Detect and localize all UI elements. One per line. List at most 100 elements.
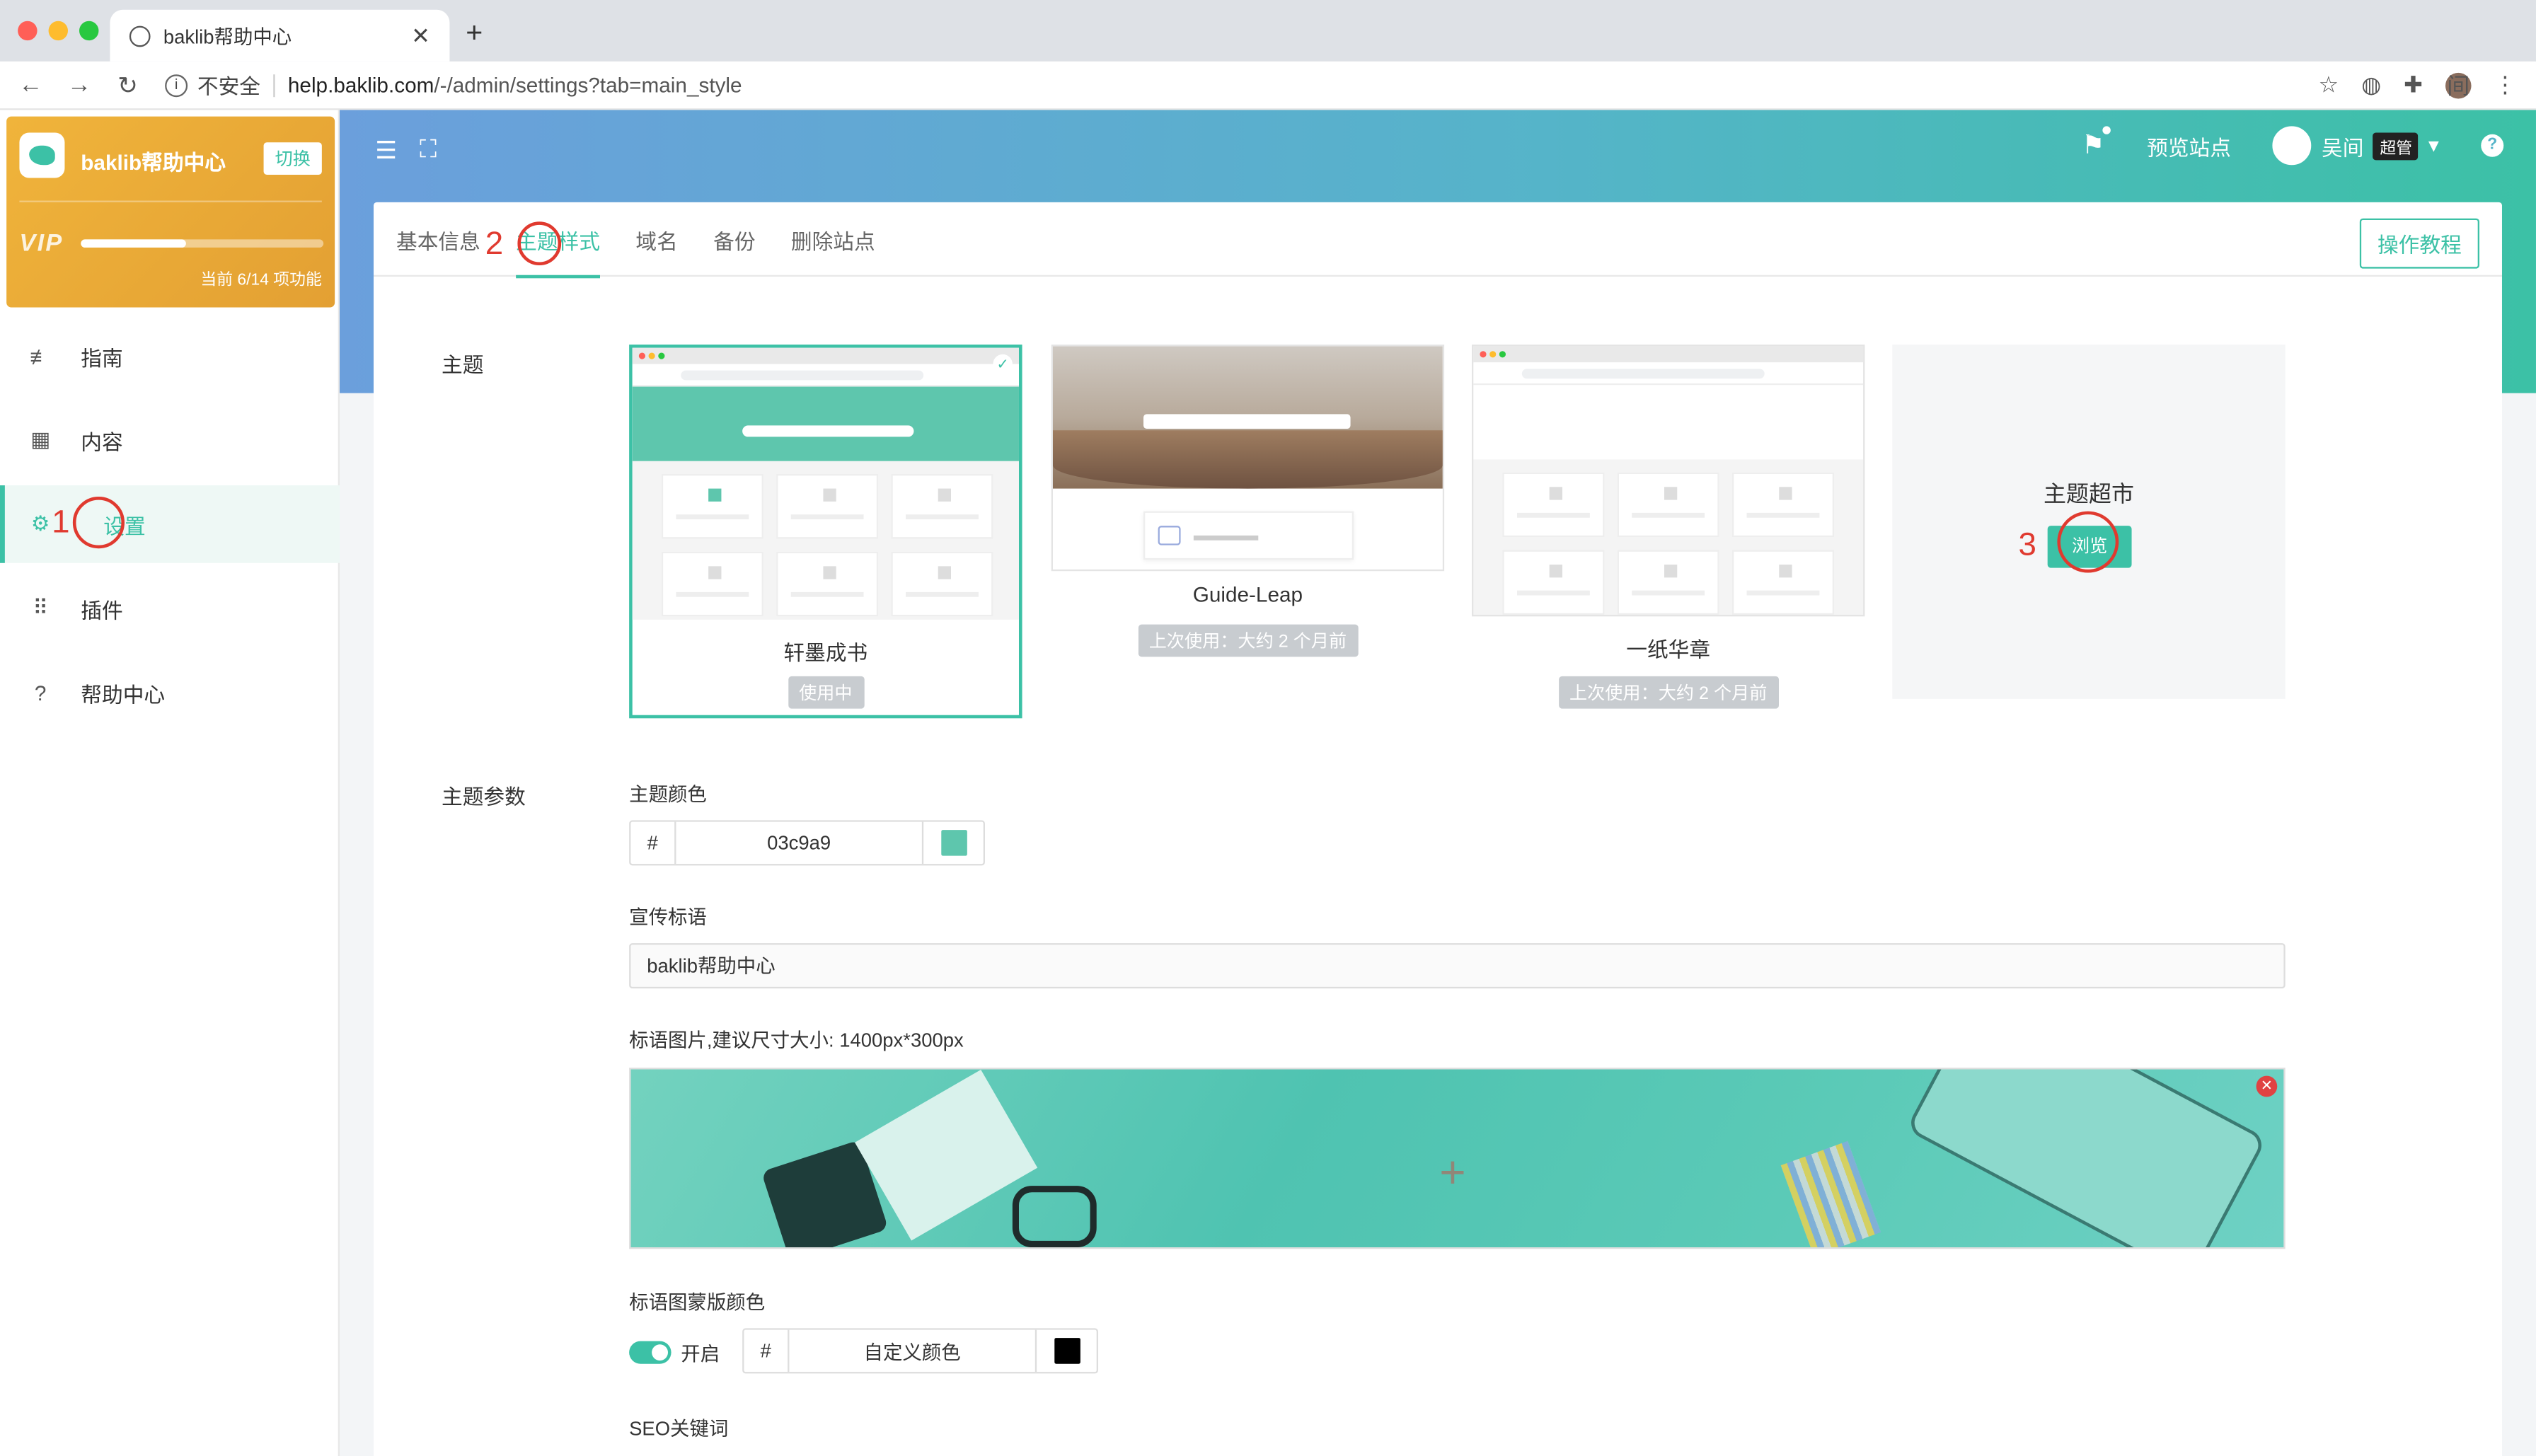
mini-dot — [1489, 351, 1497, 358]
tab-delete-site[interactable]: 删除站点 — [791, 202, 875, 277]
bell-icon[interactable]: ⚑ — [2082, 126, 2111, 162]
theme-name: Guide-Leap — [1192, 582, 1303, 607]
site-logo — [19, 132, 65, 178]
fullscreen-icon[interactable]: ⛶ — [420, 136, 437, 165]
sidebar-item-content[interactable]: ▦ 内容 — [0, 401, 340, 479]
sidebar-item-label: 帮助中心 — [81, 681, 166, 707]
slogan-label: 宣传标语 — [629, 906, 707, 929]
sidebar-item-help-center[interactable]: ? 帮助中心 — [0, 654, 340, 732]
mini-card — [776, 551, 879, 617]
theme-card-guide-leap[interactable]: Guide-Leap 上次使用：大约 2 个月前 — [1051, 345, 1445, 669]
glasses-illustration — [1012, 1186, 1097, 1248]
sidebar-item-label: 插件 — [81, 597, 123, 623]
tab-basic-info[interactable]: 基本信息 — [396, 202, 480, 277]
theme-color-input[interactable]: # 03c9a9 — [629, 820, 985, 866]
mini-dot — [648, 352, 655, 359]
usage-progress-bar — [81, 239, 324, 248]
mini-search-bar — [742, 425, 914, 437]
theme-name: 轩墨成书 — [783, 640, 868, 665]
profile-avatar[interactable]: 间 — [2445, 71, 2472, 98]
user-avatar — [2273, 126, 2312, 166]
url-path: /-/admin/settings?tab=main_style — [434, 72, 742, 98]
overlay-color-input[interactable]: # 自定义颜色 — [742, 1328, 1098, 1374]
overlay-toggle[interactable] — [629, 1341, 672, 1364]
back-icon[interactable]: ← — [6, 71, 55, 99]
theme-card-xuanmo[interactable]: ✓ 轩墨成书 使用中 — [629, 345, 1022, 719]
theme-thumbnail — [1051, 345, 1445, 572]
vip-badge: VIP — [19, 229, 64, 258]
mini-card — [1731, 550, 1834, 615]
browser-tab[interactable]: baklib帮助中心 ✕ — [110, 9, 450, 62]
mini-browser-bar — [632, 347, 1019, 364]
grid-icon: ▦ — [30, 427, 51, 451]
preview-site-link[interactable]: 预览站点 — [2147, 130, 2231, 161]
site-info-icon[interactable]: i — [165, 74, 188, 97]
overlay-color-label: 标语图蒙版颜色 — [629, 1290, 766, 1314]
reload-icon[interactable]: ↻ — [103, 70, 152, 100]
settings-panel: 基本信息 主题样式 域名 备份 删除站点 操作教程 主题 ✓ 轩墨成书 使用中 … — [373, 202, 2502, 1456]
theme-market-title: 主题超市 — [2043, 480, 2134, 507]
notification-dot — [2103, 126, 2111, 134]
overlay-color-value: 自定义颜色 — [863, 1340, 961, 1363]
switch-site-button[interactable]: 切换 — [263, 142, 322, 175]
sidebar-item-plugins[interactable]: ⠿ 插件 — [0, 570, 340, 647]
mini-hero-banner — [1473, 385, 1864, 460]
annotation-circle-3 — [2057, 511, 2119, 573]
maximize-window-button[interactable] — [79, 21, 99, 41]
mini-card — [776, 474, 879, 539]
crosshair-icon: + — [1439, 1147, 1466, 1198]
mini-card-grid — [661, 474, 993, 617]
mini-card — [661, 551, 763, 617]
mini-card — [1502, 550, 1605, 615]
theme-status-badge: 使用中 — [788, 676, 864, 709]
url-field[interactable]: i 不安全 help.baklib.com/-/admin/settings?t… — [165, 69, 742, 100]
sidebar-item-settings[interactable]: ⚙ 设置 — [0, 485, 340, 563]
browser-menu-icon[interactable]: ⋮ — [2494, 71, 2517, 99]
mini-dot — [1480, 351, 1487, 358]
mini-card — [661, 474, 763, 539]
close-window-button[interactable] — [18, 21, 38, 41]
minimize-window-button[interactable] — [48, 21, 68, 41]
sidebar-item-label: 内容 — [81, 429, 123, 454]
url-host: help.baklib.com — [287, 72, 434, 98]
user-menu[interactable]: 吴间 超管 ▾ — [2273, 126, 2439, 166]
theme-name: 一纸华章 — [1626, 637, 1711, 662]
chevron-down-icon: ▾ — [2428, 132, 2439, 157]
desert-dune — [1052, 430, 1443, 489]
extension-puzzle-icon[interactable]: ✚ — [2404, 71, 2423, 99]
globe-icon — [129, 25, 151, 47]
color-swatch-wrap[interactable] — [1034, 1329, 1097, 1373]
mini-card — [891, 551, 993, 617]
extension-globe-icon[interactable]: ◍ — [2361, 71, 2381, 99]
delete-image-icon[interactable]: ✕ — [2256, 1075, 2278, 1097]
theme-color-swatch — [940, 830, 967, 856]
bookmark-star-icon[interactable]: ☆ — [2319, 71, 2339, 99]
site-name: baklib帮助中心 — [81, 150, 226, 175]
sidebar-item-guide[interactable]: ≢ 指南 — [0, 317, 340, 395]
mini-browser-bar — [1473, 346, 1864, 363]
pencils-illustration — [1780, 1140, 1881, 1248]
mini-hero-banner — [632, 386, 1019, 461]
header-tools: ☰ ⛶ — [375, 136, 437, 165]
mini-card — [1617, 472, 1719, 538]
mini-card — [1617, 550, 1719, 615]
mini-dot — [638, 352, 645, 359]
new-tab-button[interactable]: + — [466, 16, 483, 50]
theme-card-yizhi[interactable]: 一纸华章 上次使用：大约 2 个月前 — [1471, 345, 1865, 719]
annotation-circle-2 — [517, 221, 562, 266]
tab-backup[interactable]: 备份 — [713, 202, 755, 277]
theme-thumbnail: ✓ — [632, 347, 1019, 620]
forward-icon[interactable]: → — [55, 71, 104, 99]
annotation-circle-1 — [72, 497, 125, 549]
banner-image[interactable]: + ✕ — [629, 1068, 2286, 1249]
help-icon[interactable]: ? — [2481, 134, 2504, 157]
close-tab-icon[interactable]: ✕ — [411, 22, 430, 50]
list-icon[interactable]: ☰ — [375, 136, 397, 165]
slogan-input[interactable]: baklib帮助中心 — [629, 943, 2286, 989]
browser-tab-strip: baklib帮助中心 ✕ + — [0, 0, 2536, 62]
hash-prefix: # — [744, 1329, 790, 1373]
mini-url-bar — [1473, 362, 1864, 386]
tutorial-button[interactable]: 操作教程 — [2359, 218, 2479, 269]
tab-domain[interactable]: 域名 — [635, 202, 677, 277]
color-swatch-wrap[interactable] — [921, 821, 984, 865]
